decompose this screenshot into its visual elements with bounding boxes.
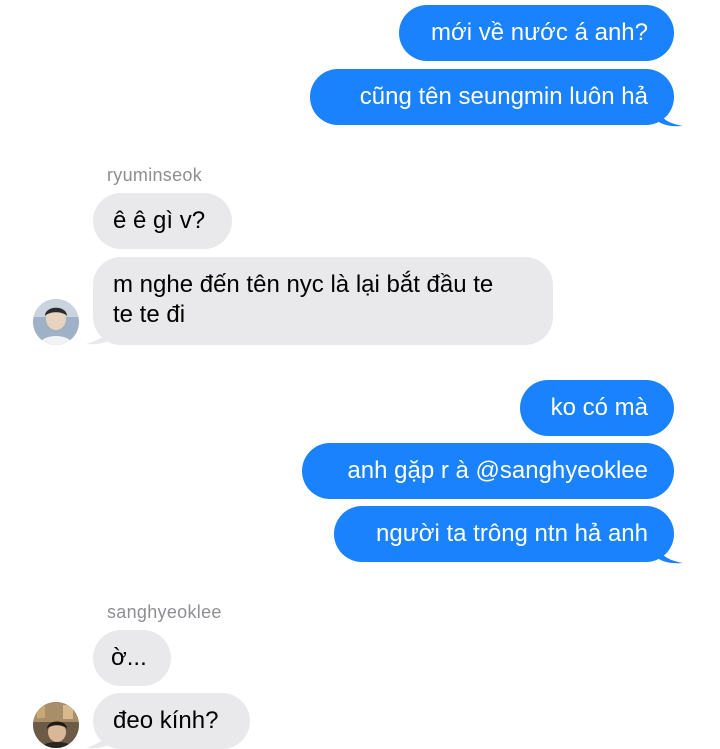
profile-photo-icon bbox=[33, 299, 79, 345]
sender-name: ryuminseok bbox=[107, 165, 203, 185]
sender-name: sanghyeoklee bbox=[107, 602, 222, 622]
message-text-line: m nghe đến tên nyc là lại bắt đầu te bbox=[113, 271, 494, 298]
bubble-tail-icon bbox=[86, 724, 114, 749]
message-text: cũng tên seungmin luôn hả bbox=[359, 83, 648, 110]
avatar[interactable] bbox=[33, 702, 79, 748]
message-text: ờ... bbox=[111, 644, 147, 671]
avatar[interactable] bbox=[33, 299, 79, 345]
message-text: đeo kính? bbox=[113, 707, 219, 734]
bubble-tail-icon bbox=[86, 319, 114, 345]
message-text: ê ê gì v? bbox=[113, 207, 206, 234]
incoming-message-bubble[interactable]: ờ... bbox=[93, 630, 171, 686]
profile-photo-icon bbox=[33, 702, 79, 748]
message-text: ko có mà bbox=[550, 394, 648, 421]
message-text: người ta trông ntn hả anh bbox=[376, 520, 648, 547]
message-text: mới về nước á anh? bbox=[431, 19, 648, 46]
outgoing-message-bubble[interactable]: ko có mà bbox=[520, 380, 674, 436]
message-text: anh gặp r à @sanghyeoklee bbox=[347, 457, 648, 484]
incoming-message-bubble[interactable]: m nghe đến tên nyc là lại bắt đầu te te … bbox=[93, 257, 553, 345]
outgoing-message-bubble[interactable]: anh gặp r à @sanghyeoklee bbox=[302, 443, 674, 499]
bubble-tail-icon bbox=[655, 540, 683, 564]
message-text-line: te te đi bbox=[113, 301, 186, 328]
outgoing-message-bubble[interactable]: mới về nước á anh? bbox=[399, 5, 674, 61]
bubble-tail-icon bbox=[655, 103, 683, 127]
outgoing-message-bubble[interactable]: người ta trông ntn hả anh bbox=[334, 506, 674, 562]
outgoing-message-bubble[interactable]: cũng tên seungmin luôn hả bbox=[310, 69, 674, 125]
incoming-message-bubble[interactable]: ê ê gì v? bbox=[93, 193, 232, 249]
incoming-message-bubble[interactable]: đeo kính? bbox=[93, 693, 250, 749]
